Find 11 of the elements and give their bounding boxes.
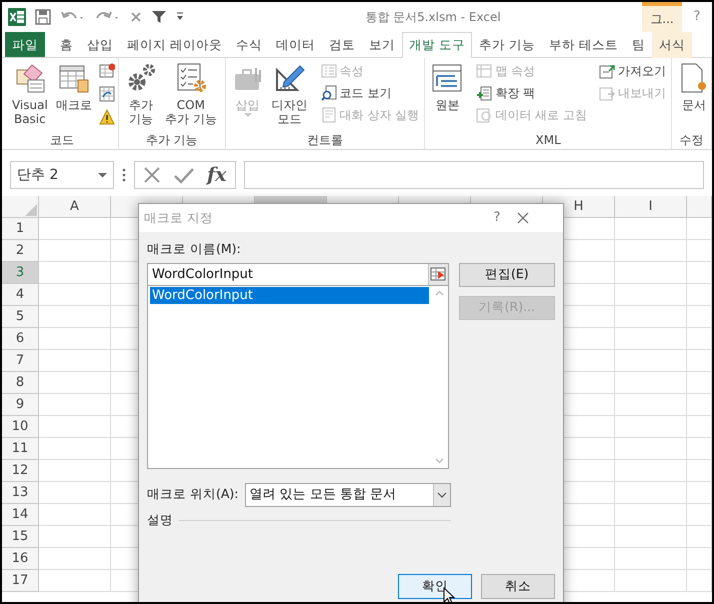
field-label: 매크로 이름(M): xyxy=(147,240,242,258)
section-label: 설명 xyxy=(147,510,173,529)
group-label: 수정 xyxy=(678,132,705,149)
contextual-tab-group-label: 그... xyxy=(650,11,674,28)
dialog-title: 매크로 지정 xyxy=(144,208,214,227)
window-title: 통합 문서5.xlsm - Excel xyxy=(364,9,502,26)
field-label: 매크로 위치(A): xyxy=(147,485,238,504)
group-label: 컨트롤 xyxy=(306,132,344,149)
group-label: 코드 xyxy=(48,132,75,149)
group-label: XML xyxy=(534,132,562,149)
group-label: 추가 기능 xyxy=(144,132,199,149)
